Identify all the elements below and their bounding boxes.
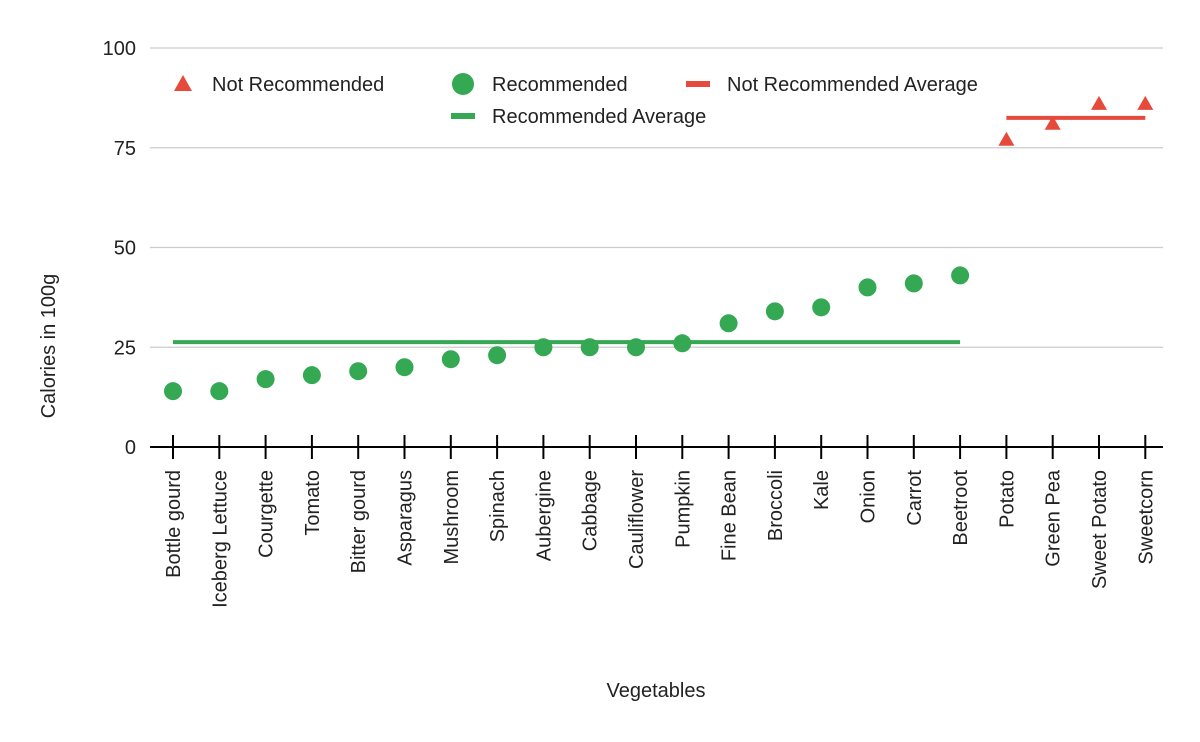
- y-tick-label: 50: [114, 238, 136, 260]
- legend-triangle-icon: [174, 75, 192, 91]
- data-point: [858, 278, 877, 297]
- x-tick-label: Pumpkin: [672, 470, 694, 548]
- data-point: [1091, 95, 1107, 110]
- x-axis-title: Vegetables: [607, 680, 706, 702]
- x-tick-label: Asparagus: [395, 470, 417, 566]
- data-point: [488, 346, 507, 365]
- legend-circle-icon: [452, 73, 474, 95]
- y-tick-label: 75: [114, 138, 136, 160]
- x-tick-label: Courgette: [256, 470, 278, 558]
- data-point: [1137, 95, 1154, 110]
- data-point: [395, 358, 414, 377]
- data-point: [349, 362, 368, 381]
- legend: Not Recommended Recommended Not Recommende…: [174, 73, 978, 128]
- data-point: [765, 302, 784, 321]
- legend-label: Recommended: [492, 74, 628, 96]
- data-point: [256, 370, 275, 389]
- data-point: [534, 338, 553, 357]
- data-point: [673, 334, 692, 353]
- x-tick-label: Aubergine: [533, 470, 555, 561]
- x-tick-label: Bottle gourd: [163, 470, 185, 578]
- chart: 0 25 50 75 100 Bottle gourd Iceberg Lettuce Co…: [38, 38, 1163, 702]
- x-tick-label: Onion: [858, 470, 880, 523]
- data-point: [302, 366, 321, 385]
- x-tick-label: Spinach: [487, 470, 509, 542]
- x-tick-label: Cauliflower: [626, 470, 648, 569]
- y-tick-label: 25: [114, 337, 136, 359]
- average-lines: [173, 115, 1146, 345]
- data-point: [210, 382, 229, 401]
- legend-line-icon: [686, 81, 710, 87]
- x-tick-label: Kale: [811, 470, 833, 510]
- data-point: [441, 350, 460, 369]
- legend-label: Not Recommended: [212, 74, 384, 96]
- x-tick-label: Cabbage: [580, 470, 602, 551]
- data-point: [998, 131, 1015, 146]
- legend-label: Recommended Average: [492, 106, 706, 128]
- x-tick-label: Mushroom: [441, 470, 463, 564]
- x-tick-label: Potato: [996, 470, 1018, 528]
- legend-label: Not Recommended Average: [727, 74, 978, 96]
- x-tick-label: Beetroot: [950, 470, 972, 546]
- data-point: [580, 338, 599, 357]
- x-tick-label: Fine Bean: [719, 470, 741, 561]
- data-point: [164, 382, 182, 401]
- y-axis-ticks: 0 25 50 75 100: [103, 38, 136, 459]
- x-axis: [150, 435, 1163, 459]
- x-tick-label: Broccoli: [765, 470, 787, 541]
- x-tick-label: Tomato: [302, 470, 324, 536]
- y-tick-label: 100: [103, 38, 136, 60]
- x-tick-label: Sweetcorn: [1135, 470, 1157, 565]
- y-tick-label: 0: [125, 437, 136, 459]
- x-axis-tick-labels: Bottle gourd Iceberg Lettuce Courgette Toma…: [163, 469, 1157, 608]
- x-tick-label: Iceberg Lettuce: [209, 470, 231, 608]
- legend-line-icon: [451, 113, 475, 119]
- x-tick-label: Bitter gourd: [348, 470, 370, 573]
- data-point: [719, 314, 738, 333]
- x-tick-label: Sweet Potato: [1089, 470, 1111, 589]
- x-tick-label: Carrot: [904, 470, 926, 526]
- data-point: [627, 338, 645, 357]
- data-point: [951, 266, 970, 285]
- y-axis-title: Calories in 100g: [38, 274, 60, 419]
- data-point: [812, 298, 831, 317]
- x-tick-label: Green Pea: [1043, 469, 1065, 567]
- data-point: [904, 274, 923, 293]
